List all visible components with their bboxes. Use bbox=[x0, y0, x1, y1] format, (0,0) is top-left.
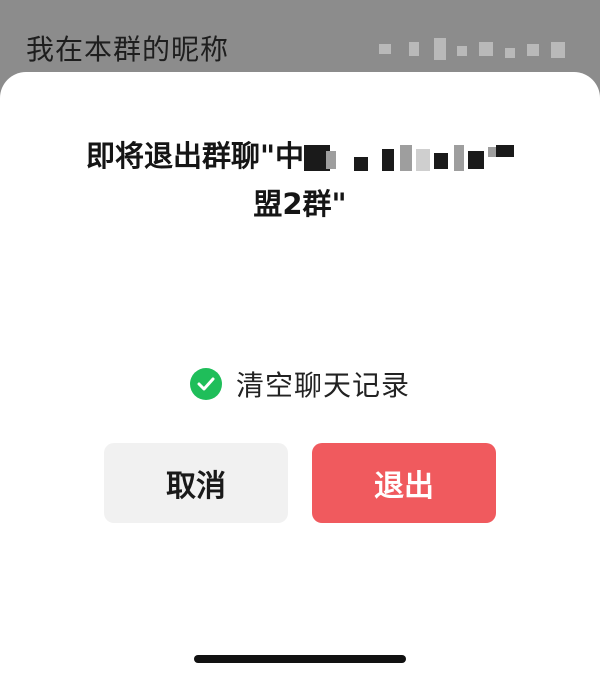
home-indicator[interactable] bbox=[194, 655, 406, 663]
dialog-title-prefix: 即将退出群聊"中 bbox=[85, 139, 305, 173]
clear-history-label: 清空聊天记录 bbox=[235, 369, 410, 402]
checkmark-circle-icon[interactable] bbox=[189, 368, 222, 400]
dialog-title-line1: 即将退出群聊"中 bbox=[85, 132, 515, 180]
group-name-redacted bbox=[304, 143, 515, 173]
group-nickname-value-redacted bbox=[379, 38, 574, 60]
group-nickname-label: 我在本群的昵称 bbox=[26, 33, 230, 66]
dialog-title-line2: 盟2群" bbox=[253, 187, 347, 221]
clear-history-option[interactable]: 清空聊天记录 bbox=[0, 364, 600, 404]
screen: 我在本群的昵称 即将退出群聊"中 盟2群" 清空聊天记录 取消 退出 bbox=[0, 0, 600, 675]
exit-group-button[interactable]: 退出 bbox=[312, 443, 496, 523]
dialog-title: 即将退出群聊"中 盟2群" bbox=[0, 132, 600, 228]
cancel-button[interactable]: 取消 bbox=[104, 443, 288, 523]
exit-group-dialog: 即将退出群聊"中 盟2群" 清空聊天记录 取消 退出 bbox=[0, 72, 600, 675]
